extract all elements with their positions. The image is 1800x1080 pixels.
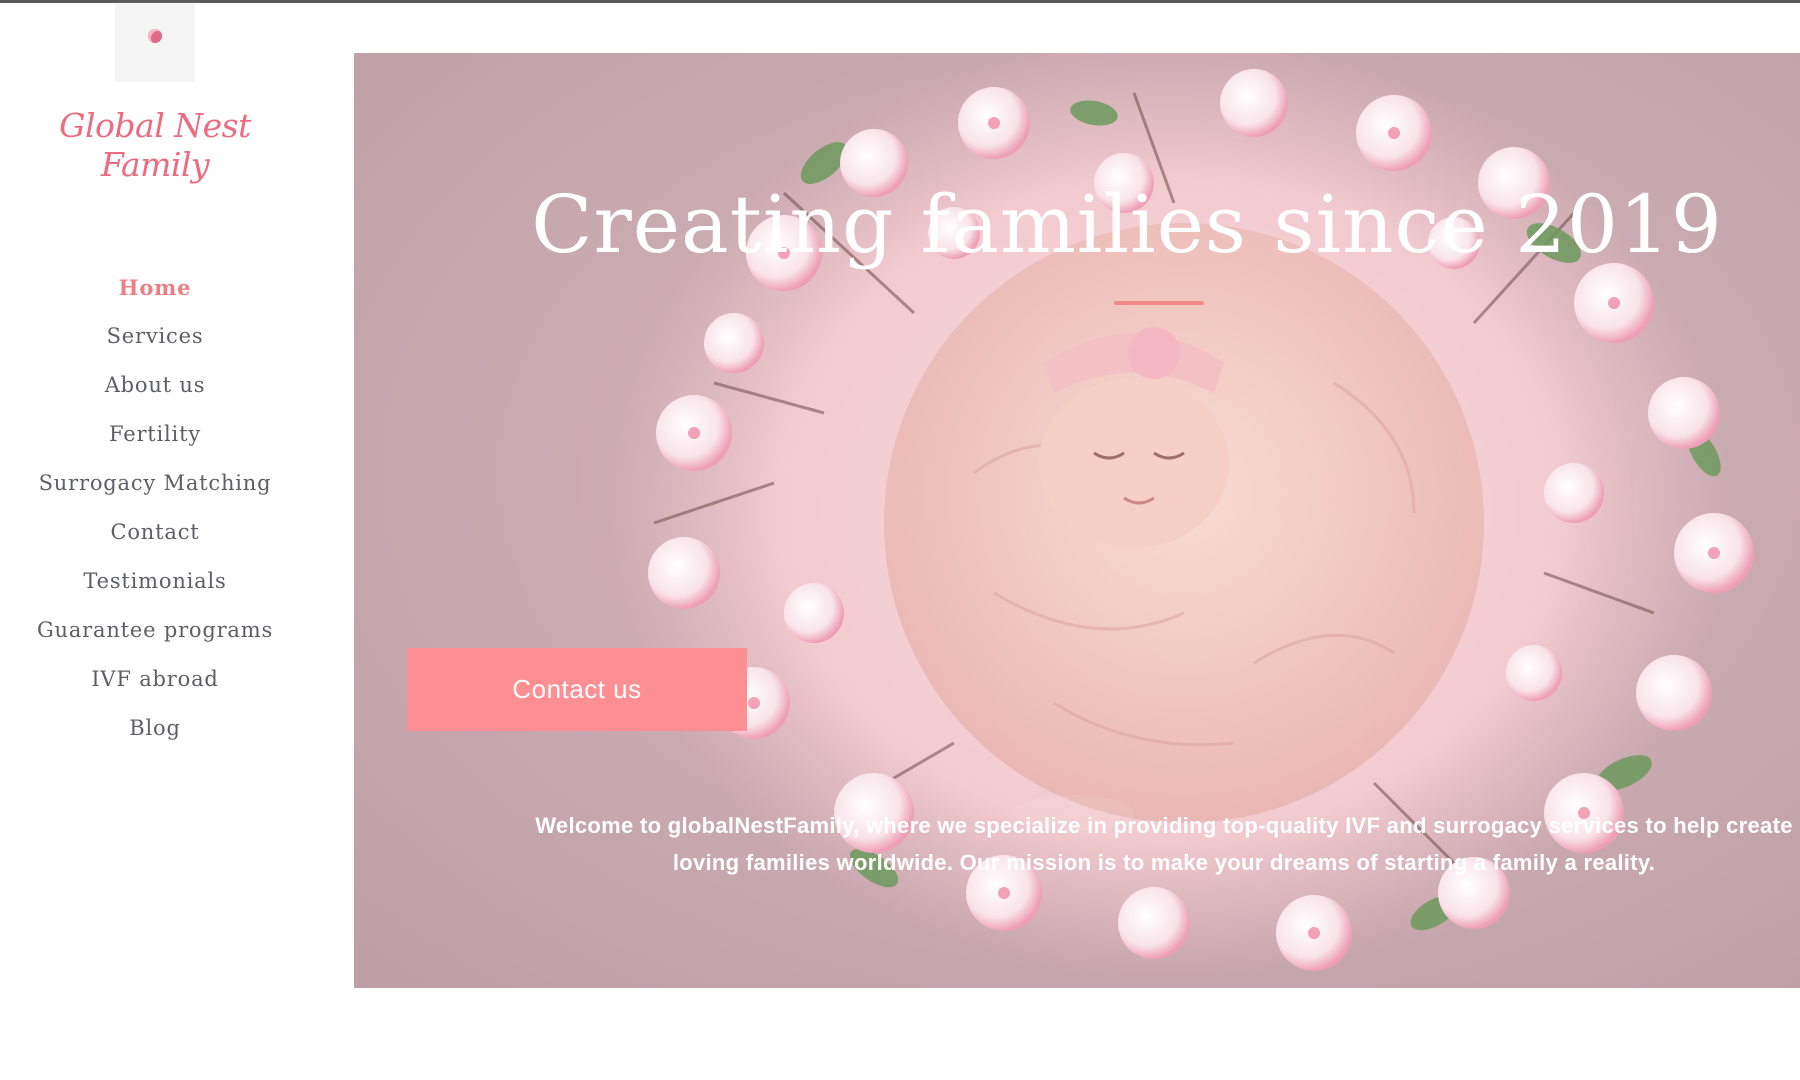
rose-dot-icon xyxy=(148,29,162,43)
nav-item-blog[interactable]: Blog xyxy=(0,706,310,755)
title-underline xyxy=(1114,301,1204,305)
nav-item-ivf-abroad[interactable]: IVF abroad xyxy=(0,657,310,706)
sidebar-nav: Home Services About us Fertility Surroga… xyxy=(0,265,310,755)
hero-section: Creating families since 2019 Contact us … xyxy=(354,53,1800,988)
nav-item-testimonials[interactable]: Testimonials xyxy=(0,559,310,608)
hero-description: Welcome to globalNestFamily, where we sp… xyxy=(535,813,1793,875)
nav-item-fertility[interactable]: Fertility xyxy=(0,412,310,461)
hero-title: Creating families since 2019 xyxy=(531,178,1723,271)
brand-name[interactable]: Global Nest Family xyxy=(0,106,310,184)
top-border xyxy=(0,0,1800,3)
logo[interactable] xyxy=(115,4,195,82)
nav-item-contact[interactable]: Contact xyxy=(0,510,310,559)
nav-item-about-us[interactable]: About us xyxy=(0,363,310,412)
nav-item-surrogacy-matching[interactable]: Surrogacy Matching xyxy=(0,461,310,510)
nav-item-home[interactable]: Home xyxy=(0,265,310,314)
nav-item-services[interactable]: Services xyxy=(0,314,310,363)
nav-item-guarantee-programs[interactable]: Guarantee programs xyxy=(0,608,310,657)
contact-us-button[interactable]: Contact us xyxy=(407,648,747,731)
